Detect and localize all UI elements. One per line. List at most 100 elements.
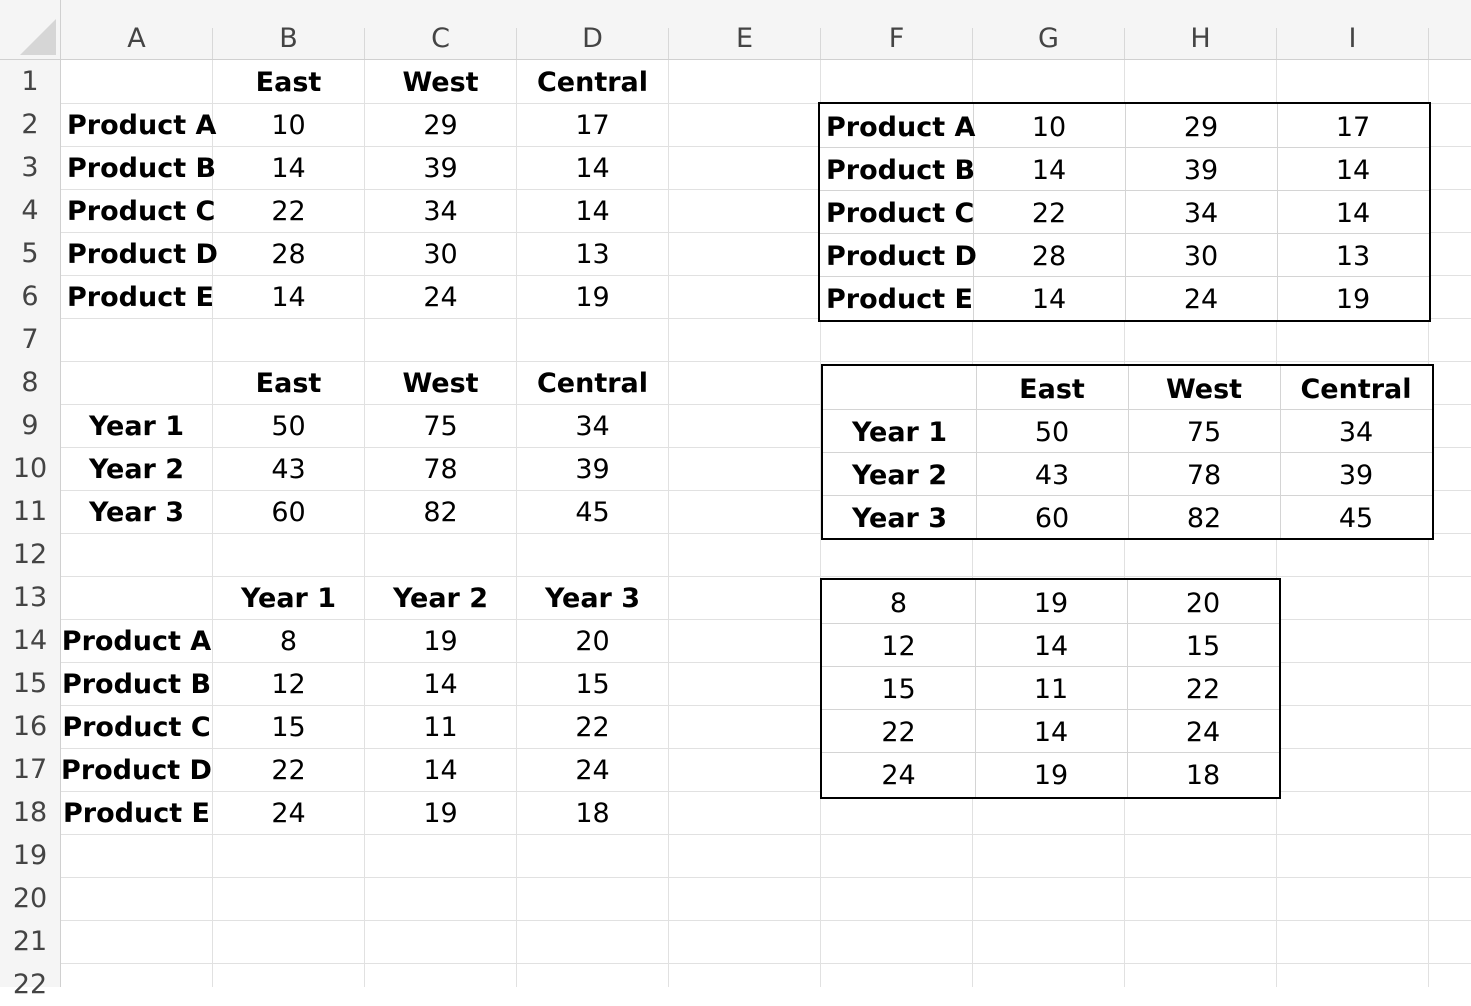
cell-c14[interactable]: 19 (365, 620, 516, 663)
box3-cell[interactable]: 24 (1127, 711, 1279, 754)
cell-d4[interactable]: 14 (517, 190, 668, 233)
cell-c17[interactable]: 14 (365, 749, 516, 792)
box1-cell[interactable]: 19 (1277, 278, 1429, 321)
row-header-10[interactable]: 10 (0, 447, 60, 490)
column-header-b[interactable]: B (213, 20, 364, 58)
row-header-7[interactable]: 7 (0, 318, 60, 361)
cell-c16[interactable]: 11 (365, 706, 516, 749)
row-header-15[interactable]: 15 (0, 662, 60, 705)
cell-b9[interactable]: 50 (213, 405, 364, 448)
cell-c10[interactable]: 78 (365, 448, 516, 491)
row-header-17[interactable]: 17 (0, 748, 60, 791)
cell-b18[interactable]: 24 (213, 792, 364, 835)
cell-b13[interactable]: Year 1 (213, 577, 364, 620)
cell-a11[interactable]: Year 3 (61, 491, 212, 534)
box2-row-label[interactable]: Year 1 (823, 411, 976, 454)
cell-c1[interactable]: West (365, 61, 516, 104)
bordered-table-years[interactable]: East West Central Year 1 50 75 34 Year 2… (821, 364, 1434, 540)
cell-a3[interactable]: Product B (61, 147, 216, 190)
box3-cell[interactable]: 11 (975, 668, 1127, 711)
box1-cell[interactable]: 28 (973, 235, 1125, 278)
box1-cell[interactable]: 34 (1125, 192, 1277, 235)
cell-b16[interactable]: 15 (213, 706, 364, 749)
row-header-20[interactable]: 20 (0, 877, 60, 920)
cell-a2[interactable]: Product A (61, 104, 216, 147)
cell-b2[interactable]: 10 (213, 104, 364, 147)
cell-c15[interactable]: 14 (365, 663, 516, 706)
box2-cell[interactable]: 82 (1128, 497, 1280, 540)
box1-cell[interactable]: 22 (973, 192, 1125, 235)
column-separator[interactable] (516, 28, 517, 59)
column-header-h[interactable]: H (1125, 20, 1276, 58)
row-header-8[interactable]: 8 (0, 361, 60, 404)
box3-cell[interactable]: 19 (975, 582, 1127, 625)
box1-cell[interactable]: 30 (1125, 235, 1277, 278)
cell-b17[interactable]: 22 (213, 749, 364, 792)
box3-cell[interactable]: 15 (822, 668, 975, 711)
cell-c8[interactable]: West (365, 362, 516, 405)
cell-c4[interactable]: 34 (365, 190, 516, 233)
column-header-a[interactable]: A (61, 20, 212, 58)
box1-cell[interactable]: 14 (973, 278, 1125, 321)
row-header-22[interactable]: 22 (0, 963, 60, 1006)
cell-c9[interactable]: 75 (365, 405, 516, 448)
row-header-16[interactable]: 16 (0, 705, 60, 748)
box3-cell[interactable]: 8 (822, 582, 975, 625)
box2-cell[interactable]: 50 (976, 411, 1128, 454)
cell-d6[interactable]: 19 (517, 276, 668, 319)
cell-c6[interactable]: 24 (365, 276, 516, 319)
box1-row-label[interactable]: Product C (820, 192, 974, 235)
cell-a6[interactable]: Product E (61, 276, 214, 319)
cell-a17[interactable]: Product D (61, 749, 212, 792)
box1-cell[interactable]: 24 (1125, 278, 1277, 321)
cell-d5[interactable]: 13 (517, 233, 668, 276)
bordered-table-values[interactable]: 8 19 20 12 14 15 15 11 22 22 14 24 24 19… (820, 578, 1281, 799)
cell-b8[interactable]: East (213, 362, 364, 405)
column-separator[interactable] (972, 28, 973, 59)
box1-cell[interactable]: 10 (973, 106, 1125, 149)
box1-row-label[interactable]: Product B (820, 149, 975, 192)
row-header-19[interactable]: 19 (0, 834, 60, 877)
cell-c5[interactable]: 30 (365, 233, 516, 276)
column-separator[interactable] (1428, 28, 1429, 59)
cell-d17[interactable]: 24 (517, 749, 668, 792)
column-header-c[interactable]: C (365, 20, 516, 58)
cell-a4[interactable]: Product C (61, 190, 215, 233)
cell-b14[interactable]: 8 (213, 620, 364, 663)
box2-header[interactable]: West (1128, 368, 1280, 411)
box2-cell[interactable]: 60 (976, 497, 1128, 540)
row-header-4[interactable]: 4 (0, 189, 60, 232)
column-header-d[interactable]: D (517, 20, 668, 58)
box1-row-label[interactable]: Product D (820, 235, 977, 278)
cell-d15[interactable]: 15 (517, 663, 668, 706)
box1-cell[interactable]: 14 (1277, 192, 1429, 235)
row-header-1[interactable]: 1 (0, 60, 60, 103)
cell-b1[interactable]: East (213, 61, 364, 104)
cell-b15[interactable]: 12 (213, 663, 364, 706)
cell-a16[interactable]: Product C (61, 706, 212, 749)
cell-d9[interactable]: 34 (517, 405, 668, 448)
row-header-18[interactable]: 18 (0, 791, 60, 834)
box2-header[interactable]: East (976, 368, 1128, 411)
box2-cell[interactable]: 75 (1128, 411, 1280, 454)
box3-cell[interactable]: 14 (975, 625, 1127, 668)
cell-c11[interactable]: 82 (365, 491, 516, 534)
cell-a14[interactable]: Product A (61, 620, 212, 663)
cell-a18[interactable]: Product E (61, 792, 212, 835)
row-header-11[interactable]: 11 (0, 490, 60, 533)
cell-d10[interactable]: 39 (517, 448, 668, 491)
cell-d16[interactable]: 22 (517, 706, 668, 749)
box3-cell[interactable]: 20 (1127, 582, 1279, 625)
box3-cell[interactable]: 12 (822, 625, 975, 668)
cell-c3[interactable]: 39 (365, 147, 516, 190)
column-header-i[interactable]: I (1277, 20, 1428, 58)
row-header-9[interactable]: 9 (0, 404, 60, 447)
row-header-6[interactable]: 6 (0, 275, 60, 318)
box2-row-label[interactable]: Year 3 (823, 497, 976, 540)
box1-cell[interactable]: 29 (1125, 106, 1277, 149)
box1-cell[interactable]: 13 (1277, 235, 1429, 278)
row-header-2[interactable]: 2 (0, 103, 60, 146)
box3-cell[interactable]: 19 (975, 754, 1127, 797)
box3-cell[interactable]: 22 (1127, 668, 1279, 711)
cell-a9[interactable]: Year 1 (61, 405, 212, 448)
